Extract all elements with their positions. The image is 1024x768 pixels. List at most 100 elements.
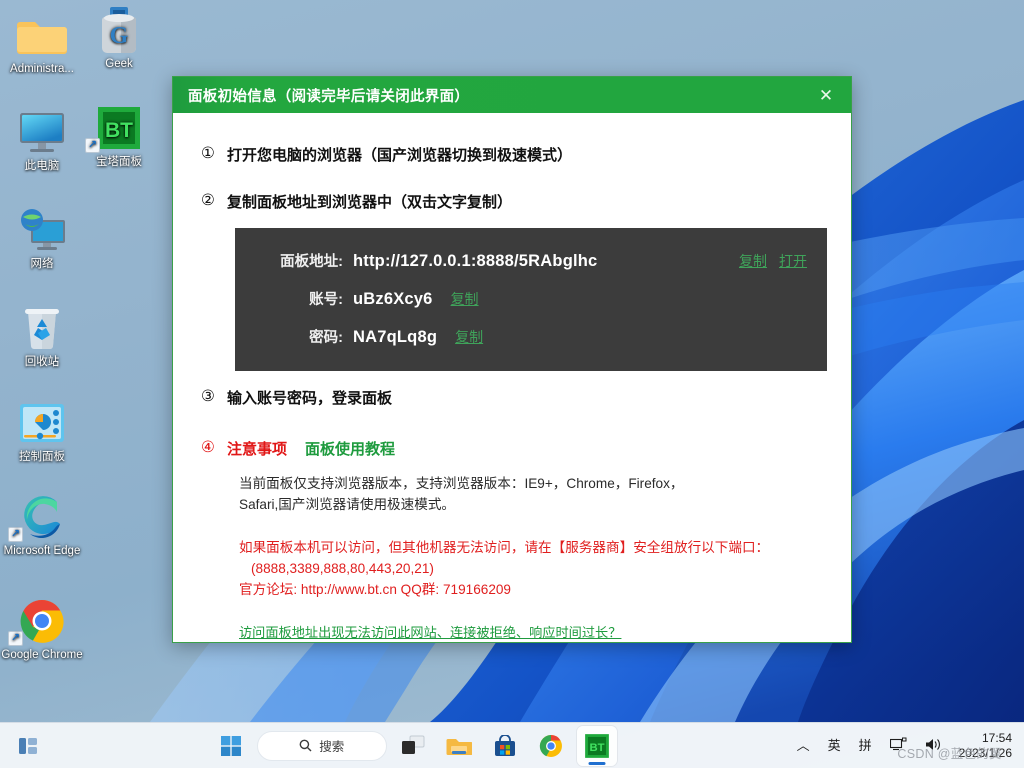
start-icon	[220, 735, 241, 756]
svg-text:G: G	[110, 23, 129, 49]
desktop-icon-geek-uninstaller[interactable]: G Geek	[77, 5, 161, 71]
desktop-icon-label: Administra...	[10, 63, 74, 75]
control-panel-icon	[0, 398, 84, 448]
desktop-icon-label: Google Chrome	[1, 649, 83, 661]
desktop: Administra... G Geek 此电脑 BT ↗ 宝塔面板 网络 回收…	[0, 0, 1024, 768]
chrome-icon	[539, 734, 562, 757]
copy-address-button[interactable]: 复制	[739, 251, 767, 271]
step-four: ④ 注意事项 面板使用教程	[201, 438, 827, 459]
tray-volume-icon[interactable]	[916, 737, 951, 754]
panel-username-label: 账号:	[309, 292, 343, 308]
dialog-body: ① 打开您电脑的浏览器（国产浏览器切换到极速模式） ② 复制面板地址到浏览器中（…	[173, 113, 851, 652]
dialog-titlebar: 面板初始信息（阅读完毕后请关闭此界面） ✕	[173, 77, 851, 113]
dialog-title: 面板初始信息（阅读完毕后请关闭此界面）	[188, 88, 470, 105]
desktop-icon-this-pc[interactable]: 此电脑	[0, 107, 84, 173]
edge-icon: ↗	[0, 492, 84, 542]
taskbar-left	[0, 723, 40, 768]
step-two: ② 复制面板地址到浏览器中（双击文字复制）	[201, 191, 827, 212]
troubleshoot-link[interactable]: 访问面板地址出现无法访问此网站、连接被拒绝、响应时间过长？	[239, 622, 621, 641]
desktop-icon-administrator-folder[interactable]: Administra...	[0, 10, 84, 76]
step-two-text: 复制面板地址到浏览器中（双击文字复制）	[227, 194, 513, 211]
desktop-icon-bt-panel[interactable]: BT ↗ 宝塔面板	[77, 103, 161, 169]
tray-network-icon[interactable]	[881, 737, 916, 754]
taskbar-item-microsoft-store[interactable]	[485, 726, 525, 766]
bt-icon: BT ↗	[77, 103, 161, 153]
panel-address-label: 面板地址:	[280, 254, 343, 270]
port-warning-line-3: 官方论坛: http://www.bt.cn QQ群: 719166209	[239, 582, 511, 597]
notice-title: 注意事项	[227, 441, 288, 458]
copy-password-button[interactable]: 复制	[455, 327, 483, 347]
step-one-number: ①	[201, 145, 215, 162]
search-input[interactable]: 搜索	[256, 730, 387, 761]
panel-password-row: 密码: NA7qLq8g 复制	[235, 326, 827, 347]
desktop-icon-label: 此电脑	[24, 160, 60, 172]
search-placeholder: 搜索	[319, 740, 345, 754]
desktop-icon-google-chrome[interactable]: ↗ Google Chrome	[0, 596, 84, 662]
taskbar-item-task-view[interactable]	[393, 726, 433, 766]
step-three: ③ 输入账号密码，登录面板	[201, 387, 827, 408]
tray-chevron-up-icon[interactable]: ︿	[788, 739, 819, 752]
step-three-number: ③	[201, 388, 215, 405]
port-warning: 如果面板本机可以访问，但其他机器无法访问，请在【服务器商】安全组放行以下端口： …	[239, 537, 827, 600]
port-warning-line-1: 如果面板本机可以访问，但其他机器无法访问，请在【服务器商】安全组放行以下端口：	[239, 540, 770, 555]
panel-address-row: 面板地址: http://127.0.0.1:8888/5RAbglhc 复制 …	[235, 250, 827, 271]
folder-icon	[0, 10, 84, 60]
recycle-bin-icon	[0, 303, 84, 353]
tutorial-link[interactable]: 面板使用教程	[305, 438, 395, 459]
browser-note-line-1: 当前面板仅支持浏览器版本，支持浏览器版本：IE9+，Chrome，Firefox…	[239, 476, 684, 491]
desktop-icon-label: Microsoft Edge	[3, 545, 81, 557]
taskbar-widgets-button[interactable]	[16, 726, 40, 766]
shortcut-arrow-icon: ↗	[8, 527, 23, 542]
taskbar-item-bt-panel[interactable]: BT	[576, 725, 617, 766]
copy-username-button[interactable]: 复制	[451, 289, 479, 309]
panel-username-value[interactable]: uBz6Xcy6	[353, 290, 433, 309]
clock-time: 17:54	[981, 730, 1012, 745]
desktop-icon-microsoft-edge[interactable]: ↗ Microsoft Edge	[0, 492, 84, 558]
step-three-text: 输入账号密码，登录面板	[227, 390, 393, 407]
credentials-panel: 面板地址: http://127.0.0.1:8888/5RAbglhc 复制 …	[235, 228, 827, 371]
open-address-button[interactable]: 打开	[779, 251, 807, 271]
desktop-icon-control-panel[interactable]: 控制面板	[0, 398, 84, 464]
svg-text:BT: BT	[589, 742, 604, 754]
panel-password-value[interactable]: NA7qLq8g	[353, 328, 437, 347]
taskbar: 搜索 BT ︿ 英 拼 17:54 2023/1/26	[0, 722, 1024, 768]
system-tray: ︿ 英 拼 17:54 2023/1/26	[788, 731, 1024, 761]
desktop-icon-label: 控制面板	[19, 451, 65, 463]
panel-init-dialog: 面板初始信息（阅读完毕后请关闭此界面） ✕ ① 打开您电脑的浏览器（国产浏览器切…	[172, 76, 852, 643]
monitor-icon	[0, 107, 84, 157]
network-icon	[0, 205, 84, 255]
desktop-icon-network[interactable]: 网络	[0, 205, 84, 271]
panel-password-label: 密码:	[309, 330, 343, 346]
taskbar-clock[interactable]: 17:54 2023/1/26	[951, 731, 1016, 761]
folder-icon	[446, 738, 472, 755]
step-four-number: ④	[201, 439, 215, 456]
taskbar-center: 搜索 BT	[40, 725, 788, 766]
step-one: ① 打开您电脑的浏览器（国产浏览器切换到极速模式）	[201, 144, 827, 165]
desktop-icon-label: 网络	[30, 258, 54, 270]
geek-trash-icon: G	[77, 5, 161, 55]
shortcut-arrow-icon: ↗	[85, 138, 100, 153]
browser-note-line-2: Safari,国产浏览器请使用极速模式。	[239, 497, 456, 512]
desktop-icon-recycle-bin[interactable]: 回收站	[0, 303, 84, 369]
desktop-icon-label: 宝塔面板	[96, 156, 142, 168]
shortcut-arrow-icon: ↗	[8, 631, 23, 646]
bt-icon: BT	[584, 733, 609, 758]
start-button[interactable]	[211, 726, 251, 766]
step-two-number: ②	[201, 192, 215, 209]
store-icon	[494, 734, 515, 756]
taskbar-item-file-explorer[interactable]	[439, 726, 479, 766]
search-icon	[299, 739, 312, 752]
port-warning-line-2: (8888,3389,888,80,443,20,21)	[251, 561, 434, 576]
desktop-icon-label: Geek	[105, 58, 133, 70]
panel-username-row: 账号: uBz6Xcy6 复制	[235, 288, 827, 309]
svg-text:BT: BT	[105, 119, 133, 142]
clock-date: 2023/1/26	[958, 745, 1012, 760]
panel-address-value[interactable]: http://127.0.0.1:8888/5RAbglhc	[353, 252, 597, 271]
chrome-icon: ↗	[0, 596, 84, 646]
browser-support-note: 当前面板仅支持浏览器版本，支持浏览器版本：IE9+，Chrome，Firefox…	[239, 473, 799, 515]
step-one-text: 打开您电脑的浏览器（国产浏览器切换到极速模式）	[227, 147, 573, 164]
tray-ime-language[interactable]: 英	[819, 739, 850, 752]
close-icon[interactable]: ✕	[813, 82, 839, 108]
taskbar-item-chrome[interactable]	[531, 726, 571, 766]
tray-ime-mode[interactable]: 拼	[850, 739, 881, 752]
